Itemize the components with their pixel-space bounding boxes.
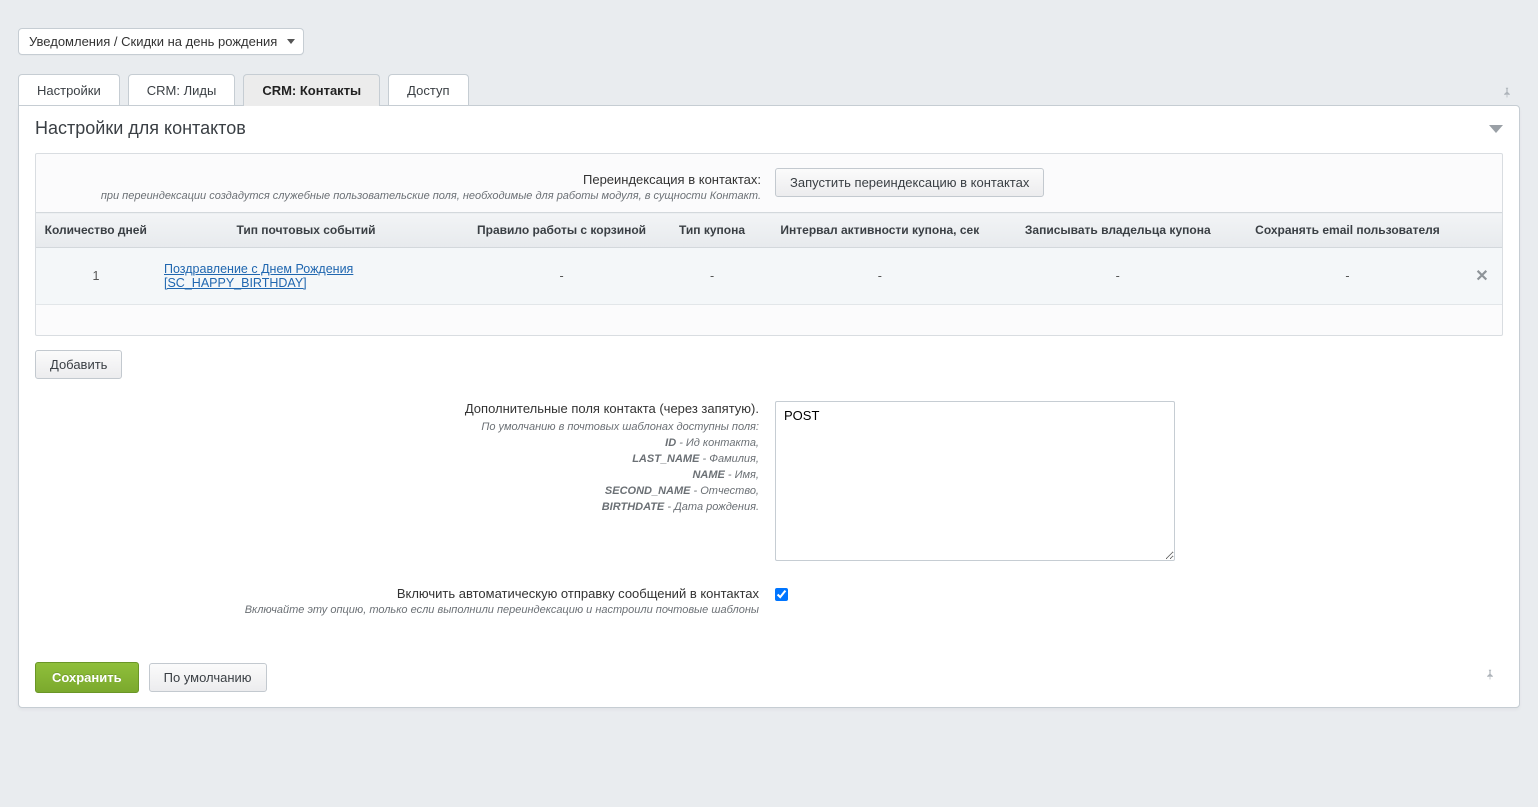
extra-fields-hint-intro: По умолчанию в почтовых шаблонах доступн… — [481, 421, 759, 433]
auto-send-checkbox[interactable] — [775, 588, 788, 601]
save-button[interactable]: Сохранить — [35, 662, 139, 693]
notification-scope-dropdown[interactable]: Уведомления / Скидки на день рождения — [18, 28, 304, 55]
cell-days: 1 — [36, 248, 156, 305]
field-desc: - Дата рождения. — [664, 501, 759, 513]
event-type-link[interactable]: Поздравление с Днем Рождения [SC_HAPPY_B… — [164, 262, 353, 290]
rules-table-body: 1 Поздравление с Днем Рождения [SC_HAPPY… — [36, 248, 1502, 305]
defaults-button[interactable]: По умолчанию — [149, 663, 267, 692]
tab-label: CRM: Контакты — [262, 83, 361, 98]
reindex-button[interactable]: Запустить переиндексацию в контактах — [775, 168, 1044, 197]
tab-crm-leads[interactable]: CRM: Лиды — [128, 74, 236, 106]
rules-table-head: Количество дней Тип почтовых событий Пра… — [36, 213, 1502, 248]
field-key: BIRTHDATE — [602, 501, 665, 513]
reindex-button-wrap: Запустить переиндексацию в контактах — [769, 168, 1044, 197]
tab-label: Настройки — [37, 83, 101, 98]
cell-cart-rule: - — [456, 248, 667, 305]
cell-save-email: - — [1233, 248, 1462, 305]
tab-access[interactable]: Доступ — [388, 74, 468, 106]
chevron-down-icon[interactable] — [1489, 125, 1503, 133]
reindex-label-block: Переиндексация в контактах: при переинде… — [48, 168, 769, 202]
col-days: Количество дней — [36, 213, 156, 248]
page-root: Уведомления / Скидки на день рождения На… — [0, 0, 1538, 748]
reindex-hint: при переиндексации создадутся служебные … — [48, 190, 761, 202]
chevron-down-icon — [287, 39, 295, 44]
panel-title: Настройки для контактов — [35, 118, 246, 139]
field-key: ID — [665, 437, 676, 449]
cell-coupon-interval: - — [757, 248, 1003, 305]
add-button[interactable]: Добавить — [35, 350, 122, 379]
footer-bar: Сохранить По умолчанию — [19, 650, 1519, 707]
cell-save-owner: - — [1003, 248, 1233, 305]
top-toolbar: Уведомления / Скидки на день рождения — [18, 28, 1520, 55]
panel-body: Переиндексация в контактах: при переинде… — [19, 153, 1519, 650]
extra-fields-label: Дополнительные поля контакта (через запя… — [465, 401, 759, 416]
tab-crm-contacts[interactable]: CRM: Контакты — [243, 74, 380, 106]
settings-panel: Настройки для контактов Переиндексация в… — [18, 105, 1520, 708]
pin-icon[interactable] — [1494, 86, 1520, 105]
auto-send-input-wrap — [769, 586, 788, 604]
rules-table: Количество дней Тип почтовых событий Пра… — [36, 212, 1502, 305]
col-cart-rule: Правило работы с корзиной — [456, 213, 667, 248]
auto-send-label: Включить автоматическую отправку сообщен… — [397, 586, 759, 601]
field-key: NAME — [692, 469, 724, 481]
tab-label: CRM: Лиды — [147, 83, 217, 98]
tab-settings[interactable]: Настройки — [18, 74, 120, 106]
auto-send-row: Включить автоматическую отправку сообщен… — [35, 578, 1503, 634]
extra-fields-textarea[interactable] — [775, 401, 1175, 561]
auto-send-hint: Включайте эту опцию, только если выполни… — [47, 604, 759, 616]
reindex-row: Переиндексация в контактах: при переинде… — [36, 154, 1502, 212]
add-button-wrap: Добавить — [35, 336, 1503, 395]
auto-send-label-block: Включить автоматическую отправку сообщен… — [47, 586, 769, 616]
field-desc: - Фамилия, — [699, 453, 759, 465]
col-save-owner: Записывать владельца купона — [1003, 213, 1233, 248]
table-row: 1 Поздравление с Днем Рождения [SC_HAPPY… — [36, 248, 1502, 305]
panel-header: Настройки для контактов — [19, 106, 1519, 153]
field-key: SECOND_NAME — [605, 485, 691, 497]
reindex-label: Переиндексация в контактах: — [48, 172, 761, 187]
cell-coupon-type: - — [667, 248, 757, 305]
close-icon[interactable]: ✕ — [1475, 268, 1488, 285]
field-desc: - Отчество, — [690, 485, 759, 497]
col-coupon-type: Тип купона — [667, 213, 757, 248]
cell-remove: ✕ — [1462, 248, 1502, 305]
field-desc: - Ид контакта, — [676, 437, 759, 449]
col-event-type: Тип почтовых событий — [156, 213, 456, 248]
pin-icon[interactable] — [1477, 668, 1503, 687]
extra-fields-hint: По умолчанию в почтовых шаблонах доступн… — [47, 420, 759, 516]
field-desc: - Имя, — [725, 469, 759, 481]
field-key: LAST_NAME — [632, 453, 699, 465]
dropdown-selected-label: Уведомления / Скидки на день рождения — [29, 34, 277, 49]
col-save-email: Сохранять email пользователя — [1233, 213, 1462, 248]
extra-fields-label-block: Дополнительные поля контакта (через запя… — [47, 401, 769, 516]
col-remove — [1462, 213, 1502, 248]
lower-settings: Дополнительные поля контакта (через запя… — [35, 395, 1503, 634]
tabs-row: Настройки CRM: Лиды CRM: Контакты Доступ — [18, 73, 1520, 105]
inner-frame: Переиндексация в контактах: при переинде… — [35, 153, 1503, 336]
extra-fields-input-wrap — [769, 401, 1175, 564]
col-coupon-interval: Интервал активности купона, сек — [757, 213, 1003, 248]
cell-event: Поздравление с Днем Рождения [SC_HAPPY_B… — [156, 248, 456, 305]
extra-fields-row: Дополнительные поля контакта (через запя… — [35, 395, 1503, 578]
tab-label: Доступ — [407, 83, 449, 98]
